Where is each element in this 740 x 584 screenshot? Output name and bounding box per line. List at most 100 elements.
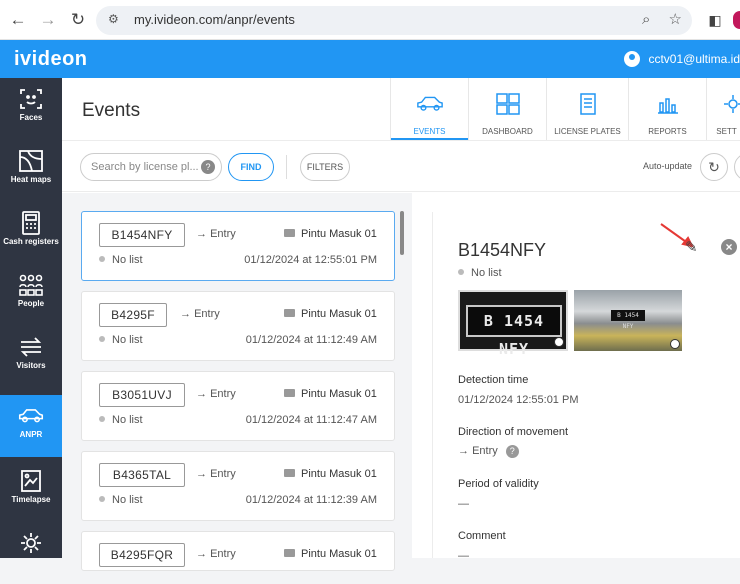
tab-bar: EVENTS DASHBOARD LICENSE PLATES REPORTS … xyxy=(390,78,740,140)
arrow-right-icon: → xyxy=(180,308,191,320)
plate-badge: B3051UVJ xyxy=(99,383,185,407)
page-title: Events xyxy=(82,100,141,121)
direction: → Entry xyxy=(196,228,236,240)
arrow-right-icon: → xyxy=(196,548,207,560)
auto-update-label: Auto-update xyxy=(643,161,693,171)
list-scrollbar[interactable] xyxy=(400,211,404,255)
sidepanel-icon[interactable]: ◧ xyxy=(705,10,725,30)
vehicle-snapshot-image[interactable]: B 1454 NFY xyxy=(574,290,682,351)
camera-icon xyxy=(284,469,295,477)
direction-value: → Entry? xyxy=(458,445,519,458)
camera-icon xyxy=(284,549,295,557)
plate-badge: B4365TAL xyxy=(99,463,185,487)
tab-dashboard[interactable]: DASHBOARD xyxy=(468,78,546,140)
help-icon[interactable]: ? xyxy=(201,160,215,174)
sidebar-item-people[interactable]: People xyxy=(0,264,62,326)
tab-settings[interactable]: SETT xyxy=(706,78,740,140)
bookmark-star-icon[interactable]: ☆ xyxy=(669,11,682,28)
help-icon[interactable]: ? xyxy=(505,445,519,458)
document-icon xyxy=(579,93,596,115)
search-toolbar: Search by license pl... ? FIND FILTERS A… xyxy=(62,140,740,192)
zoom-icon[interactable] xyxy=(554,337,564,347)
event-time: 01/12/2024 at 11:12:47 AM xyxy=(245,414,377,426)
plate-search-input[interactable]: Search by license pl... ? xyxy=(80,153,222,181)
event-card[interactable]: B1454NFY → Entry Pintu Masuk 01 No list … xyxy=(81,211,395,281)
detail-list-status: No list xyxy=(458,267,502,279)
comment-value: — xyxy=(458,550,469,562)
toggle-button[interactable] xyxy=(734,153,740,181)
direction: → Entry xyxy=(196,388,236,400)
list-status: No list xyxy=(99,254,143,266)
browser-toolbar: ← → ↻ ⚙ my.ivideon.com/anpr/events ⌕ ☆ ◧ xyxy=(0,0,740,40)
event-card[interactable]: B4295FQR → Entry Pintu Masuk 01 xyxy=(81,531,395,571)
camera-name: Pintu Masuk 01 xyxy=(284,468,377,480)
sidebar-item-visitors[interactable]: Visitors xyxy=(0,326,62,388)
tab-reports[interactable]: REPORTS xyxy=(628,78,706,140)
sidebar-item-faces[interactable]: Faces xyxy=(0,78,62,140)
sidebar: Faces Heat maps Cash registers People Vi… xyxy=(0,78,62,558)
timelapse-icon xyxy=(21,470,41,492)
app-header: ivideon cctv01@ultima.id xyxy=(0,40,740,78)
sidebar-item-settings[interactable] xyxy=(0,522,62,584)
gear-icon xyxy=(21,533,41,553)
event-card[interactable]: B4365TAL → Entry Pintu Masuk 01 No list … xyxy=(81,451,395,521)
visitors-arrows-icon xyxy=(20,337,42,357)
site-settings-icon[interactable]: ⚙ xyxy=(108,12,124,28)
calculator-icon xyxy=(22,211,40,235)
sidebar-item-heat-maps[interactable]: Heat maps xyxy=(0,140,62,202)
reload-icon[interactable]: ↻ xyxy=(68,10,88,30)
filters-button[interactable]: FILTERS xyxy=(300,153,350,181)
profile-avatar[interactable] xyxy=(733,11,740,29)
sidebar-item-cash-registers[interactable]: Cash registers xyxy=(0,202,62,264)
event-time: 01/12/2024 at 11:12:49 AM xyxy=(245,334,377,346)
arrow-right-icon: → xyxy=(196,468,207,480)
dashboard-icon xyxy=(495,93,520,115)
people-grid-icon xyxy=(19,274,43,296)
event-card[interactable]: B3051UVJ → Entry Pintu Masuk 01 No list … xyxy=(81,371,395,441)
direction: → Entry xyxy=(196,548,236,560)
event-time: 01/12/2024 at 11:12:39 AM xyxy=(245,494,377,506)
divider xyxy=(286,155,287,179)
camera-name: Pintu Masuk 01 xyxy=(284,308,377,320)
tab-license-plates[interactable]: LICENSE PLATES xyxy=(546,78,628,140)
close-icon[interactable]: × xyxy=(721,239,737,255)
address-bar[interactable]: ⚙ my.ivideon.com/anpr/events ⌕ ☆ xyxy=(96,6,692,35)
plate-crop-image[interactable]: B 1454 NFY xyxy=(458,290,568,358)
ivideon-logo[interactable]: ivideon xyxy=(14,48,88,71)
plate-badge: B1454NFY xyxy=(99,223,185,247)
list-status: No list xyxy=(99,494,143,506)
find-button[interactable]: FIND xyxy=(228,153,274,181)
validity-label: Period of validity xyxy=(458,478,539,490)
event-card[interactable]: B4295F → Entry Pintu Masuk 01 No list 01… xyxy=(81,291,395,361)
camera-icon xyxy=(284,229,295,237)
user-menu[interactable]: cctv01@ultima.id xyxy=(624,51,740,67)
heatmap-icon xyxy=(19,150,43,172)
tab-events[interactable]: EVENTS xyxy=(390,78,468,140)
refresh-icon[interactable]: ↻ xyxy=(700,153,728,181)
events-list: B1454NFY → Entry Pintu Masuk 01 No list … xyxy=(62,193,412,571)
car-icon xyxy=(416,96,443,111)
event-detail-panel: B1454NFY ✎ × No list B 1454 NFY B 1454 N… xyxy=(432,212,740,562)
back-arrow-icon[interactable]: ← xyxy=(8,10,28,30)
forward-arrow-icon[interactable]: → xyxy=(38,10,58,30)
arrow-right-icon: → xyxy=(458,445,469,457)
pencil-icon[interactable]: ✎ xyxy=(685,238,698,256)
comment-label: Comment xyxy=(458,530,506,542)
zoom-search-icon[interactable]: ⌕ xyxy=(642,11,650,28)
direction-label: Direction of movement xyxy=(458,426,569,438)
validity-value: — xyxy=(458,498,469,510)
camera-icon xyxy=(284,389,295,397)
sidebar-item-timelapse[interactable]: Timelapse xyxy=(0,460,62,522)
direction: → Entry xyxy=(196,468,236,480)
detection-time-label: Detection time xyxy=(458,374,529,386)
plate-badge: B4295F xyxy=(99,303,167,327)
arrow-right-icon: → xyxy=(196,388,207,400)
zoom-icon[interactable] xyxy=(670,339,680,349)
sidebar-item-anpr[interactable]: ANPR xyxy=(0,395,62,457)
car-icon xyxy=(18,409,44,423)
camera-name: Pintu Masuk 01 xyxy=(284,388,377,400)
plate-badge: B4295FQR xyxy=(99,543,185,567)
user-avatar-icon xyxy=(624,51,641,67)
arrow-right-icon: → xyxy=(196,228,207,240)
detail-plate: B1454NFY xyxy=(458,240,547,260)
